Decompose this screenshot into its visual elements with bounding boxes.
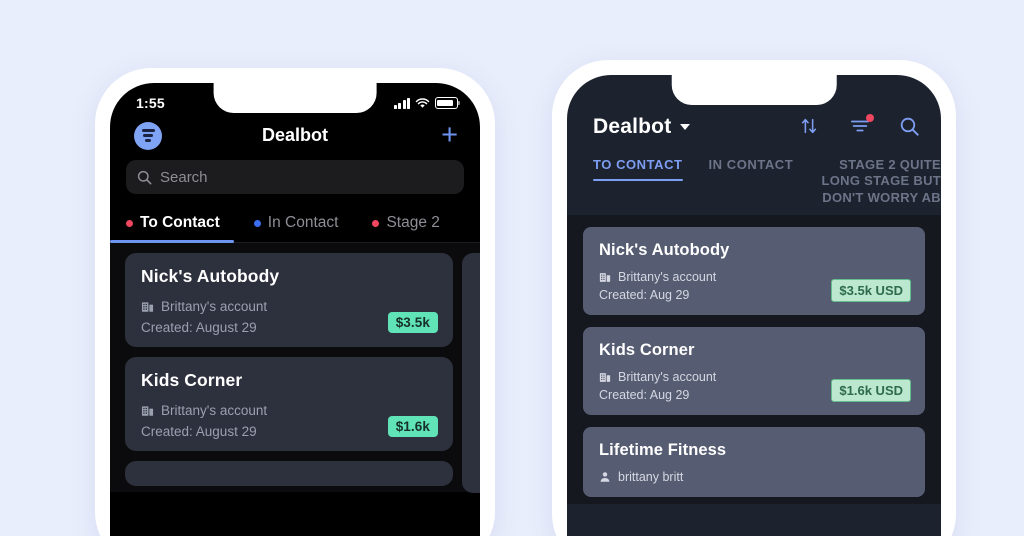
tab-status-dot: [126, 219, 133, 227]
deal-card[interactable]: Kids Corner Brittany's account Created: …: [583, 326, 925, 415]
tab-status-dot: [253, 219, 261, 227]
deal-card[interactable]: Lifetime Fitness brittany britt: [583, 426, 925, 497]
tab-stage-2[interactable]: Stage 2: [372, 208, 440, 242]
deal-account: brittany britt: [618, 469, 684, 484]
tab-status-dot: [372, 219, 380, 227]
deal-card-partial[interactable]: [462, 253, 480, 493]
search-container: Search: [110, 160, 480, 208]
tab-in-contact[interactable]: In Contact: [253, 208, 339, 242]
deal-card[interactable]: Nick's Autobody Brittany's account Creat…: [125, 253, 453, 347]
search-placeholder: Search: [160, 168, 208, 186]
cellular-bars-icon: [393, 97, 410, 109]
deal-title: Lifetime Fitness: [599, 440, 727, 459]
building-icon: [599, 271, 611, 283]
tab-label: Stage 2: [386, 214, 440, 231]
phone-mockup-left: 1:55 Dealbot + Search To Contact In Cont…: [95, 68, 495, 536]
deal-account: Brittany's account: [161, 403, 268, 418]
deal-card[interactable]: Kids Corner Brittany's account Created: …: [125, 357, 453, 451]
tab-stage-2[interactable]: STAGE 2 QUITE LONG STAGE BUT DON'T WORRY…: [819, 157, 941, 215]
nav-actions: [799, 114, 921, 138]
tab-bar-right: TO CONTACT IN CONTACT STAGE 2 QUITE LONG…: [567, 147, 941, 215]
search-icon[interactable]: [899, 116, 921, 138]
person-icon: [599, 471, 611, 483]
tab-bar-left: To Contact In Contact Stage 2: [110, 208, 480, 243]
deal-board-left[interactable]: Nick's Autobody Brittany's account Creat…: [110, 243, 480, 493]
building-icon: [141, 404, 154, 417]
search-input[interactable]: Search: [126, 160, 464, 194]
deal-column-next-peek[interactable]: [462, 253, 480, 493]
deal-account: Brittany's account: [618, 269, 717, 284]
tab-label: To Contact: [140, 214, 220, 231]
tab-to-contact[interactable]: TO CONTACT: [593, 157, 683, 181]
status-bar-indicators: [393, 97, 460, 109]
filter-badge-dot: [866, 114, 874, 122]
deal-account: Brittany's account: [161, 299, 268, 314]
deal-column-to-contact: Nick's Autobody Brittany's account Creat…: [125, 253, 453, 492]
deal-amount-badge: $1.6k: [387, 416, 438, 437]
building-icon: [141, 300, 154, 313]
deal-amount-badge: $1.6k USD: [831, 378, 911, 402]
deal-created: Created: August 29: [141, 320, 257, 335]
status-bar: 1:55: [110, 83, 480, 117]
page-title: Dealbot: [593, 115, 672, 138]
phone-mockup-right: Dealbot TO CONTACT IN CONTACT STAGE 2 QU…: [552, 60, 956, 536]
deal-account-row: brittany britt: [599, 470, 909, 484]
deal-account: Brittany's account: [618, 369, 717, 384]
page-title: Dealbot: [261, 125, 328, 145]
sort-icon[interactable]: [799, 116, 821, 138]
filter-icon[interactable]: [849, 114, 874, 138]
tab-label: In Contact: [267, 214, 339, 231]
chevron-down-icon[interactable]: [680, 124, 691, 130]
deal-title: Nick's Autobody: [599, 240, 730, 259]
deal-amount-badge: $3.5k: [387, 312, 438, 333]
filter-menu-icon[interactable]: [134, 121, 162, 150]
tab-to-contact[interactable]: To Contact: [110, 208, 234, 243]
status-bar-time: 1:55: [136, 95, 165, 111]
phone-notch: [671, 75, 837, 105]
deal-card-partial[interactable]: [125, 461, 453, 486]
tab-in-contact[interactable]: IN CONTACT: [709, 157, 794, 181]
deal-amount-badge: $3.5k USD: [831, 278, 911, 302]
add-deal-button[interactable]: +: [441, 121, 458, 150]
phone-right-screen: Dealbot TO CONTACT IN CONTACT STAGE 2 QU…: [567, 75, 941, 536]
deal-meta: brittany britt: [599, 470, 909, 484]
phone-left-screen: 1:55 Dealbot + Search To Contact In Cont…: [110, 83, 480, 536]
search-icon: [137, 170, 152, 185]
deal-title: Kids Corner: [141, 370, 243, 390]
deal-created: Created: August 29: [141, 424, 257, 439]
deal-title: Nick's Autobody: [141, 266, 280, 286]
deal-list-right[interactable]: Nick's Autobody Brittany's account Creat…: [567, 214, 941, 504]
deal-card[interactable]: Nick's Autobody Brittany's account Creat…: [583, 226, 925, 315]
nav-bar-left: Dealbot +: [110, 117, 480, 160]
battery-icon: [435, 97, 460, 109]
building-icon: [599, 371, 611, 383]
screenshot-canvas: 1:55 Dealbot + Search To Contact In Cont…: [0, 0, 1024, 536]
deal-title: Kids Corner: [599, 340, 695, 359]
wifi-icon: [415, 97, 430, 109]
deal-created: Created: Aug 29: [599, 287, 690, 302]
deal-created: Created: Aug 29: [599, 387, 690, 402]
